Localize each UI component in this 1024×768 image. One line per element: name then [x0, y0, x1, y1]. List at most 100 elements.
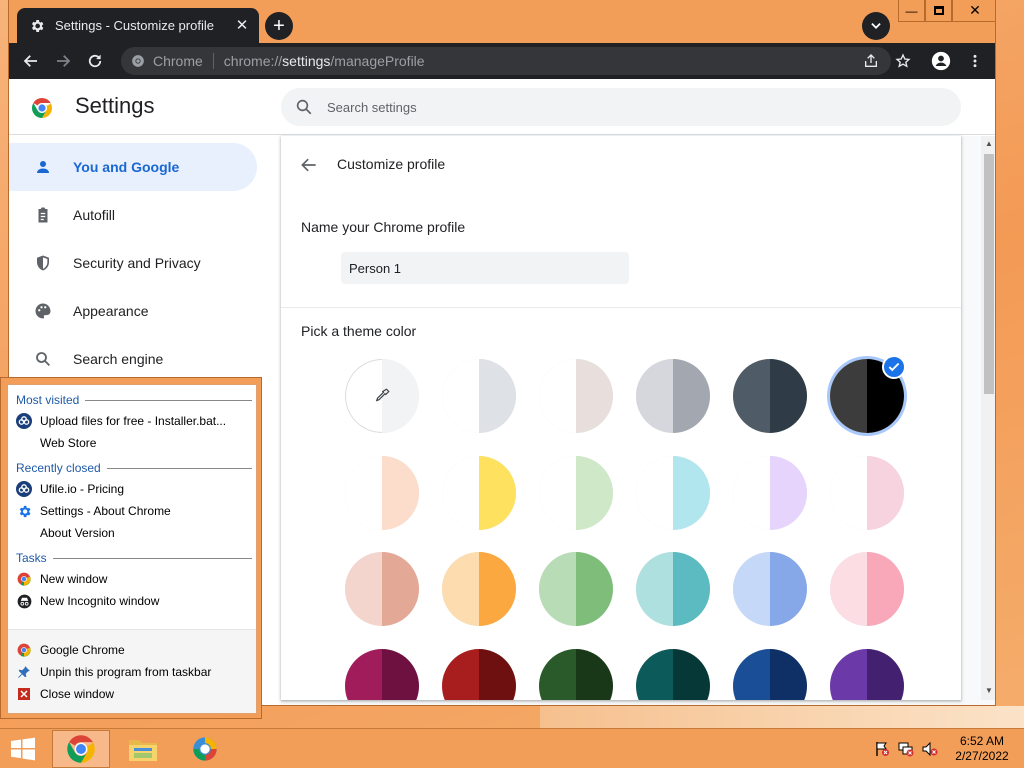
jump-item-label: About Version — [40, 526, 115, 540]
theme-color-swatch[interactable] — [733, 359, 807, 433]
section-label: Recently closed — [16, 461, 101, 475]
theme-color-swatch[interactable] — [636, 456, 710, 530]
theme-color-swatch[interactable] — [539, 649, 613, 700]
theme-color-label: Pick a theme color — [301, 323, 417, 339]
close-window-button[interactable]: ✕ — [952, 0, 995, 22]
taskbar-chrome-button[interactable] — [52, 730, 110, 768]
theme-color-swatch[interactable] — [539, 359, 613, 433]
settings-search-box[interactable] — [281, 88, 961, 126]
custom-color-picker[interactable] — [345, 359, 419, 433]
sidebar-item-label: Autofill — [73, 207, 116, 223]
scroll-up-arrow-icon[interactable]: ▲ — [985, 139, 993, 148]
back-button[interactable] — [19, 49, 43, 73]
jump-list-panel: Most visited Upload files for free - Ins… — [7, 384, 257, 714]
theme-color-swatch[interactable] — [442, 552, 516, 626]
jump-item-settings-about[interactable]: Settings - About Chrome — [16, 501, 252, 521]
taskbar-clock[interactable]: 6:52 AM 2/27/2022 — [952, 734, 1012, 764]
theme-color-swatch[interactable] — [733, 456, 807, 530]
taskbar-app-button[interactable] — [176, 730, 234, 768]
share-button[interactable] — [861, 51, 881, 71]
arrow-left-icon[interactable] — [299, 155, 319, 175]
sidebar-item-autofill[interactable]: Autofill — [9, 191, 257, 239]
tab-close-icon[interactable]: ✕ — [233, 16, 251, 34]
windows-start-icon[interactable] — [8, 737, 38, 761]
swatch-right-half — [576, 552, 613, 626]
taskbar-file-explorer-button[interactable] — [114, 730, 172, 768]
close-icon: ✕ — [969, 2, 981, 18]
site-label: Chrome — [153, 53, 203, 69]
jump-item-close-window[interactable]: Close window — [16, 684, 252, 704]
tab-search-button[interactable] — [862, 12, 890, 40]
jump-item-label: New window — [40, 572, 108, 586]
theme-color-swatch[interactable] — [830, 649, 904, 700]
minimize-button[interactable]: — — [898, 0, 925, 22]
sidebar-item-label: Security and Privacy — [73, 255, 201, 271]
settings-content: Customize profile Name your Chrome profi… — [281, 136, 995, 705]
jump-item-about-version[interactable]: About Version — [16, 523, 252, 543]
clipboard-icon — [33, 205, 53, 225]
theme-color-swatch[interactable] — [636, 552, 710, 626]
theme-color-swatch[interactable] — [442, 456, 516, 530]
eyedropper-icon — [375, 388, 390, 402]
swatch-left-half — [830, 552, 867, 626]
swatch-left-half — [345, 552, 382, 626]
theme-color-swatch[interactable] — [539, 552, 613, 626]
sidebar-item-search-engine[interactable]: Search engine — [9, 335, 257, 383]
reload-button[interactable] — [83, 49, 107, 73]
scroll-down-arrow-icon[interactable]: ▼ — [985, 686, 993, 695]
address-bar[interactable]: Chrome chrome://settings/manageProfile — [121, 47, 891, 75]
swatch-left-half — [636, 456, 673, 530]
theme-color-swatch[interactable] — [345, 649, 419, 700]
chevron-down-icon — [871, 23, 881, 29]
volume-muted-icon[interactable] — [922, 741, 938, 757]
swatch-left-half — [733, 359, 770, 433]
forward-button[interactable] — [51, 49, 75, 73]
search-input[interactable] — [327, 99, 927, 115]
swatch-right-half — [770, 359, 807, 433]
swatch-left-half — [442, 552, 479, 626]
jump-item-web-store[interactable]: Web Store — [16, 433, 252, 453]
jump-item-new-incognito[interactable]: New Incognito window — [16, 591, 252, 611]
theme-color-swatch[interactable] — [636, 359, 710, 433]
theme-color-swatch[interactable] — [733, 649, 807, 700]
bookmark-button[interactable] — [893, 51, 913, 71]
sidebar-item-you-and-google[interactable]: You and Google — [9, 143, 257, 191]
theme-color-swatch[interactable] — [830, 552, 904, 626]
theme-color-swatch[interactable] — [345, 456, 419, 530]
page-scrollbar[interactable]: ▲ ▼ — [981, 136, 995, 700]
action-center-flag-icon[interactable] — [874, 741, 890, 757]
header-rule — [106, 467, 252, 469]
page-title: Customize profile — [337, 156, 446, 172]
network-icon[interactable] — [898, 741, 914, 757]
theme-color-swatch[interactable] — [636, 649, 710, 700]
star-icon — [895, 53, 911, 68]
theme-color-swatch[interactable] — [345, 552, 419, 626]
jump-item-unpin[interactable]: Unpin this program from taskbar — [16, 662, 252, 682]
swatch-right-half — [770, 456, 807, 530]
jump-item-upload-files[interactable]: Upload files for free - Installer.bat... — [16, 411, 252, 431]
selected-check-icon — [882, 355, 906, 379]
profile-button[interactable] — [931, 51, 951, 71]
tab-settings[interactable]: Settings - Customize profile ✕ — [17, 8, 259, 43]
theme-color-swatch[interactable] — [733, 552, 807, 626]
theme-color-swatch[interactable] — [442, 359, 516, 433]
new-tab-button[interactable]: + — [265, 12, 293, 40]
jump-item-new-window[interactable]: New window — [16, 569, 252, 589]
search-icon — [296, 99, 312, 115]
swatch-right-half — [479, 552, 516, 626]
swatch-left-half — [636, 649, 673, 700]
scrollbar-thumb[interactable] — [984, 154, 994, 394]
site-info-chip[interactable]: Chrome — [121, 53, 203, 69]
profile-name-input[interactable] — [341, 252, 629, 284]
maximize-button[interactable] — [925, 0, 952, 22]
theme-color-swatch[interactable] — [539, 456, 613, 530]
jump-item-ufile-pricing[interactable]: Ufile.io - Pricing — [16, 479, 252, 499]
swatch-left-half — [442, 649, 479, 700]
section-label: Tasks — [16, 551, 47, 565]
jump-item-google-chrome[interactable]: Google Chrome — [16, 640, 252, 660]
theme-color-swatch[interactable] — [830, 456, 904, 530]
theme-color-swatch[interactable] — [442, 649, 516, 700]
sidebar-item-security-and-privacy[interactable]: Security and Privacy — [9, 239, 257, 287]
menu-button[interactable] — [965, 51, 985, 71]
sidebar-item-appearance[interactable]: Appearance — [9, 287, 257, 335]
